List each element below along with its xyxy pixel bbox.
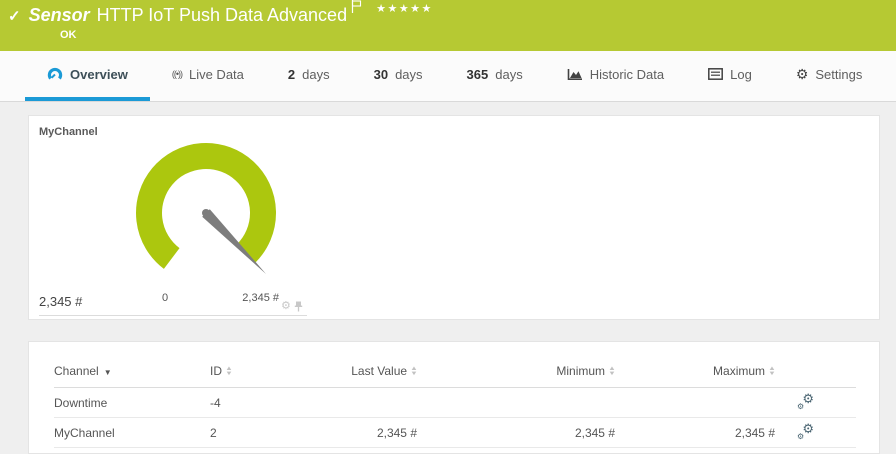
gauge-icon [47, 67, 63, 81]
column-header-channel[interactable]: Channel▼ [54, 342, 210, 388]
channel-table-panel: Channel▼ ID▲▼ Last Value▲▼ Minimum▲▼ Max… [28, 341, 880, 454]
tab-label: days [302, 67, 329, 82]
column-header-actions [775, 342, 856, 388]
edit-channel-gears-icon[interactable]: ⚙⚙ [797, 424, 814, 439]
sort-desc-icon: ▼ [104, 368, 112, 377]
sensor-type-label: Sensor [29, 5, 90, 26]
gauge-current-value: 2,345 # [39, 294, 82, 309]
priority-stars[interactable]: ★★★★★ [376, 2, 433, 15]
tab-label: Log [730, 67, 752, 82]
last-value-cell [302, 388, 417, 418]
gauge-chart [127, 138, 297, 296]
column-header-last-value[interactable]: Last Value▲▼ [302, 342, 417, 388]
gauge-settings-icon[interactable]: ⚙ [281, 301, 291, 312]
area-chart-icon [567, 68, 583, 81]
sort-icon: ▲▼ [411, 367, 417, 377]
channel-name-cell[interactable]: MyChannel [54, 418, 210, 448]
tab-30-days[interactable]: 30 days [352, 51, 445, 101]
gauge-divider [39, 315, 307, 316]
tab-label: Overview [70, 67, 128, 82]
sort-icon: ▲▼ [769, 367, 775, 377]
edit-channel-gears-icon[interactable]: ⚙⚙ [797, 394, 814, 409]
maximum-cell: 2,345 # [615, 418, 775, 448]
channel-name-cell[interactable]: Downtime [54, 388, 210, 418]
gauge-panel: MyChannel 2,345 # 0 2,345 # ⚙ [28, 115, 880, 320]
sensor-header: ✓ Sensor HTTP IoT Push Data Advanced ★★★… [0, 0, 896, 51]
gear-icon: ⚙ [796, 67, 809, 81]
column-header-maximum[interactable]: Maximum▲▼ [615, 342, 775, 388]
tab-log[interactable]: Log [686, 51, 774, 101]
sort-icon: ▲▼ [226, 367, 232, 377]
broadcast-icon: ((•)) [172, 69, 182, 79]
gauge-min-label: 0 [147, 292, 183, 304]
tab-2-days[interactable]: 2 days [266, 51, 352, 101]
status-ok-check-icon: ✓ [8, 7, 21, 25]
table-header-row: Channel▼ ID▲▼ Last Value▲▼ Minimum▲▼ Max… [54, 342, 856, 388]
tab-label: days [395, 67, 422, 82]
tab-365-days[interactable]: 365 days [445, 51, 545, 101]
channel-id-cell: 2 [210, 418, 302, 448]
maximum-cell [615, 388, 775, 418]
minimum-cell: 2,345 # [417, 418, 615, 448]
minimum-cell [417, 388, 615, 418]
pin-icon[interactable] [294, 301, 303, 312]
tab-historic-data[interactable]: Historic Data [545, 51, 686, 101]
tab-label: days [495, 67, 522, 82]
table-row: Downtime -4 ⚙⚙ [54, 388, 856, 418]
log-icon [708, 68, 723, 80]
column-header-id[interactable]: ID▲▼ [210, 342, 302, 388]
status-badge: OK [60, 29, 896, 41]
gauge-channel-title: MyChannel [39, 126, 98, 138]
tab-settings[interactable]: ⚙ Settings [774, 51, 885, 101]
table-row: MyChannel 2 2,345 # 2,345 # 2,345 # ⚙⚙ [54, 418, 856, 448]
gauge-max-label: 2,345 # [227, 292, 279, 304]
last-value-cell: 2,345 # [302, 418, 417, 448]
tab-label: Historic Data [590, 67, 664, 82]
sensor-title: HTTP IoT Push Data Advanced [97, 5, 347, 26]
sort-icon: ▲▼ [609, 367, 615, 377]
channel-table: Channel▼ ID▲▼ Last Value▲▼ Minimum▲▼ Max… [54, 342, 856, 448]
tab-label: Live Data [189, 67, 244, 82]
priority-flag-icon[interactable] [351, 0, 362, 18]
tab-live-data[interactable]: ((•)) Live Data [150, 51, 266, 101]
tab-label: Settings [815, 67, 862, 82]
tab-overview[interactable]: Overview [25, 51, 150, 101]
column-header-minimum[interactable]: Minimum▲▼ [417, 342, 615, 388]
tab-bar: Overview ((•)) Live Data 2 days 30 days … [0, 51, 896, 102]
channel-id-cell: -4 [210, 388, 302, 418]
